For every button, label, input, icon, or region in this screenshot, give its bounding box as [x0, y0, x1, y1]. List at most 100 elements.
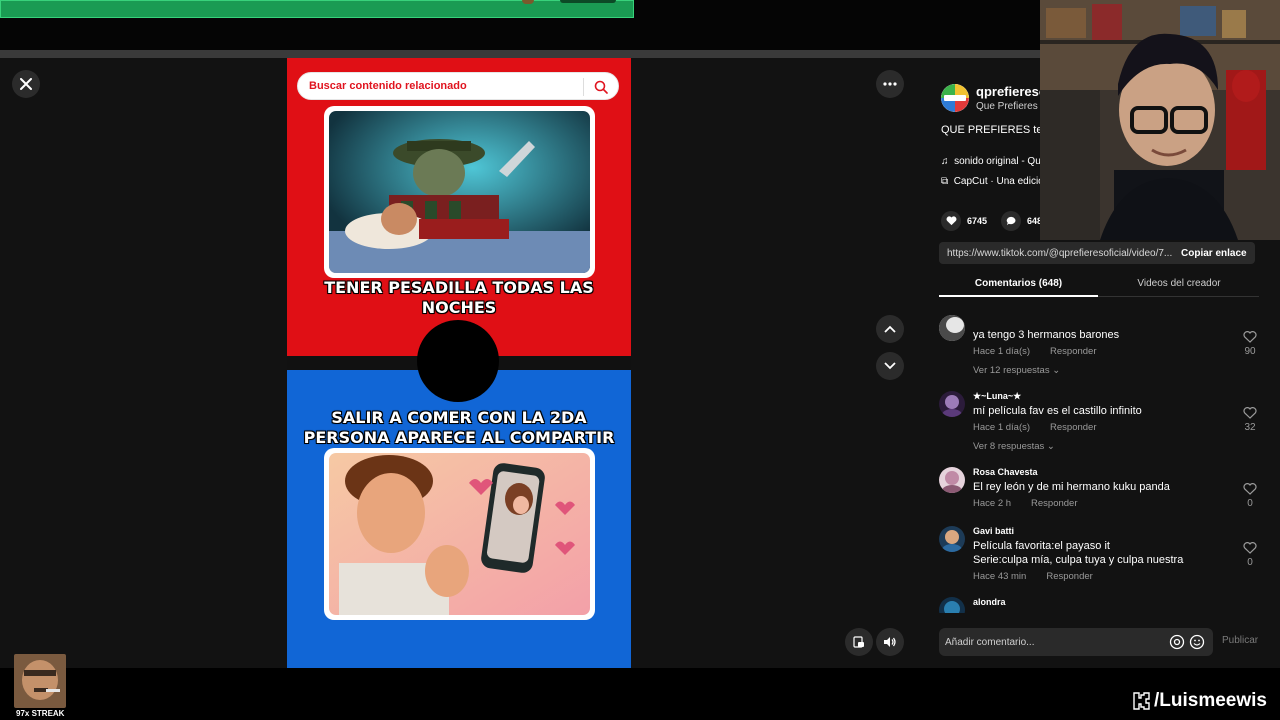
avatar-image [939, 526, 965, 552]
comment-like-icon[interactable] [1242, 331, 1258, 343]
comment-time: Hace 1 día(s) [973, 346, 1031, 357]
search-placeholder: Buscar contenido relacionado [309, 80, 467, 92]
volume-button[interactable] [876, 628, 904, 656]
avatar-image [939, 467, 965, 493]
comment-username[interactable]: Gavi batti [973, 526, 1014, 536]
capcut-icon: ⧉ [941, 176, 954, 187]
comment-text: ya tengo 3 hermanos barones [973, 329, 1120, 341]
view-replies-label: Ver 8 respuestas [973, 441, 1045, 452]
reply-button[interactable]: Responder [1031, 498, 1077, 509]
kick-logo-icon [1133, 692, 1150, 710]
video-description: QUE PREFIERES tener hermanos varones # [941, 124, 1051, 136]
channel-watermark: /Luismeewis [1132, 690, 1267, 712]
avatar-image [939, 391, 965, 417]
caption-top: TENER PESADILLA TODAS LAS NOCHES [324, 278, 594, 317]
chevron-up-icon [884, 325, 896, 333]
more-icon [883, 82, 897, 86]
stats-row: 6745 648 [941, 211, 1042, 231]
stream-alert-bar [0, 0, 634, 18]
share-link-box: https://www.tiktok.com/@qprefieresoficia… [939, 242, 1255, 264]
comment-text: Película favorita:el payaso it [973, 540, 1110, 552]
comment-text: mí película fav es el castillo infinito [973, 405, 1142, 417]
date-illustration [324, 448, 595, 620]
share-link-url[interactable]: https://www.tiktok.com/@qprefieresoficia… [939, 248, 1175, 259]
avatar[interactable] [939, 391, 965, 417]
nightmare-illustration [324, 106, 595, 278]
comment-text: El rey león y de mi hermano kuku panda [973, 481, 1170, 493]
comment-like-icon[interactable] [1242, 407, 1258, 419]
comment-button[interactable] [1001, 211, 1022, 231]
reply-button[interactable]: Responder [1050, 422, 1096, 433]
avatar[interactable] [939, 315, 965, 341]
related-search-input[interactable]: Buscar contenido relacionado [297, 72, 619, 100]
comment-like-icon[interactable] [1242, 483, 1258, 495]
comment-username[interactable]: alondra [973, 597, 1006, 607]
avatar-image [939, 315, 965, 341]
avatar[interactable] [939, 467, 965, 493]
comment-username[interactable]: Rosa Chavesta [973, 467, 1038, 477]
comment-input[interactable]: Añadir comentario... [939, 628, 1213, 656]
comment-username[interactable]: ★~Luna~★ [973, 391, 1021, 402]
capcut-row[interactable]: ⧉ CapCut · Una edición [941, 176, 1049, 187]
streak-label: 97x STREAK [16, 709, 65, 718]
search-icon[interactable] [594, 80, 608, 94]
mention-icon[interactable] [1169, 634, 1185, 650]
reply-button[interactable]: Responder [1046, 571, 1092, 582]
avatar-image [939, 597, 965, 613]
view-replies-label: Ver 12 respuestas [973, 365, 1050, 376]
comment-icon [1006, 216, 1015, 226]
comment-like-count: 0 [1247, 498, 1253, 509]
panel-tabs: Comentarios (648) Videos del creador [939, 273, 1259, 297]
previous-video-button[interactable] [876, 315, 904, 343]
watermark-text: /Luismeewis [1154, 690, 1267, 711]
webcam-overlay [1040, 0, 1280, 240]
pip-icon [853, 636, 864, 648]
publish-button[interactable]: Publicar [1222, 635, 1258, 646]
comment-like-count: 32 [1244, 422, 1256, 433]
avatar[interactable] [939, 597, 965, 613]
video-player[interactable]: Buscar contenido relacionado TENER PESAD… [287, 58, 631, 668]
like-button[interactable] [941, 211, 961, 231]
comment-meta: Hace 1 día(s) Responder [973, 422, 1117, 433]
nightmare-image [329, 111, 590, 273]
video-center-circle [417, 320, 499, 402]
caption-bottom: SALIR A COMER CON LA 2DA PERSONA APARECE… [303, 408, 615, 447]
next-video-button[interactable] [876, 352, 904, 380]
music-note-icon: ♫ [941, 156, 955, 167]
view-replies-button[interactable]: Ver 12 respuestas ⌄ [973, 365, 1060, 376]
heart-icon [946, 216, 956, 226]
streak-avatar [14, 654, 66, 708]
streak-image [14, 654, 66, 708]
more-options-button[interactable] [876, 70, 904, 98]
speaker-icon [884, 637, 896, 647]
search-separator [583, 78, 584, 96]
comment-item: alondra [939, 597, 1259, 613]
close-button[interactable] [12, 70, 40, 98]
date-image [329, 453, 590, 615]
author-logo [941, 84, 969, 112]
comment-time: Hace 2 h [973, 498, 1012, 509]
tab-comments[interactable]: Comentarios (648) [939, 278, 1098, 289]
like-count: 6745 [967, 216, 988, 226]
alert-chip [560, 0, 616, 3]
comment-time: Hace 1 día(s) [973, 422, 1031, 433]
chevron-down-icon [884, 362, 896, 370]
view-replies-button[interactable]: Ver 8 respuestas ⌄ [973, 441, 1055, 452]
comment-meta: Hace 1 día(s) Responder [973, 346, 1117, 357]
avatar[interactable] [939, 526, 965, 552]
capcut-label: CapCut · Una edición [953, 176, 1050, 187]
copy-link-button[interactable]: Copiar enlace [1175, 248, 1247, 259]
comment-time: Hace 43 min [973, 571, 1027, 582]
comment-like-icon[interactable] [1242, 542, 1258, 554]
active-tab-indicator [939, 295, 1098, 297]
author-avatar[interactable] [941, 84, 969, 112]
comment-like-count: 0 [1247, 557, 1253, 568]
tab-creator-videos[interactable]: Videos del creador [1099, 278, 1259, 289]
picture-in-picture-button[interactable] [845, 628, 873, 656]
comment-meta: Hace 2 h Responder [973, 498, 1098, 509]
reply-button[interactable]: Responder [1050, 346, 1096, 357]
screen: Buscar contenido relacionado TENER PESAD… [0, 0, 1280, 720]
close-icon [20, 78, 32, 90]
webcam-feed [1040, 0, 1280, 240]
emoji-icon[interactable] [1189, 634, 1205, 650]
